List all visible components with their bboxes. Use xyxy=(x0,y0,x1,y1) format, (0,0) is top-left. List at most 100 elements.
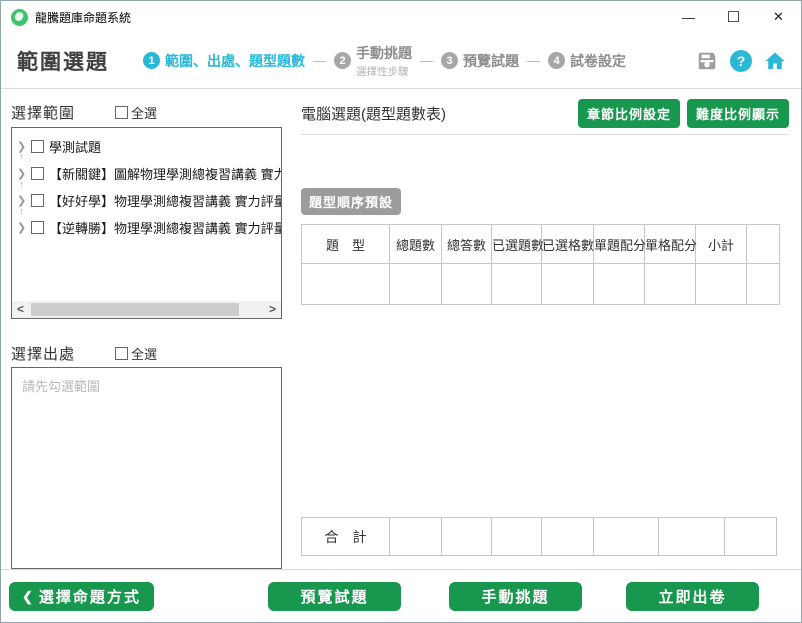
expand-chevron-icon[interactable]: ❯ xyxy=(17,167,29,180)
home-icon[interactable] xyxy=(763,49,787,73)
total-row: 合 計 xyxy=(302,518,777,556)
tree-item-label: 【好好學】物理學測總複習講義 實力評量 xyxy=(49,191,281,210)
col-selected-cells: 已選格數 xyxy=(542,225,594,264)
difficulty-ratio-button[interactable]: 難度比例顯示 xyxy=(687,99,789,128)
expand-chevron-icon[interactable]: ❯ xyxy=(17,221,29,234)
tree-item-comeback-win[interactable]: ❯ 【逆轉勝】物理學測總複習講義 實力評量 xyxy=(12,214,281,241)
preview-questions-button[interactable]: 預覽試題 xyxy=(268,582,401,611)
col-total-questions: 總題數 xyxy=(390,225,442,264)
horizontal-scrollbar[interactable]: < > xyxy=(12,301,281,318)
title-bar: 龍騰題庫命題系統 — ☐ ✕ xyxy=(1,1,801,33)
back-chevron-icon: ❮ xyxy=(22,589,33,605)
expand-chevron-icon[interactable]: ❯ xyxy=(17,194,29,207)
table-header-row: 題 型 總題數 總答數 已選題數 已選格數 單題配分 單格配分 小計 xyxy=(302,225,780,264)
step-3-preview[interactable]: 3 預覽試題 xyxy=(441,51,519,71)
tree-item-checkbox[interactable] xyxy=(31,221,44,234)
step-2-label: 手動挑題選擇性步驟 xyxy=(356,43,412,79)
scroll-right-icon[interactable]: > xyxy=(264,301,281,318)
step-separator: — xyxy=(420,53,433,68)
minimize-button[interactable]: — xyxy=(666,1,711,33)
step-2-title: 手動挑題 xyxy=(356,45,412,61)
maximize-button[interactable]: ☐ xyxy=(711,1,756,33)
cell xyxy=(390,264,442,305)
scroll-left-icon[interactable]: < xyxy=(12,301,29,318)
total-cell xyxy=(594,518,659,556)
cell xyxy=(645,264,696,305)
range-select-all-checkbox[interactable] xyxy=(115,106,128,119)
back-button-label: 選擇命題方式 xyxy=(39,586,141,607)
computer-selection-panel: 電腦選題(題型題數表) 章節比例設定 難度比例顯示 題型順序預設 題 型 總題數… xyxy=(301,89,789,569)
total-cell xyxy=(492,518,542,556)
range-select-all-label: 全選 xyxy=(131,103,157,122)
question-type-table: 題 型 總題數 總答數 已選題數 已選格數 單題配分 單格配分 小計 xyxy=(301,224,780,305)
cell xyxy=(747,264,780,305)
total-cell xyxy=(390,518,442,556)
cell xyxy=(542,264,594,305)
cell xyxy=(302,264,390,305)
col-selected-questions: 已選題數 xyxy=(492,225,542,264)
step-2-number: 2 xyxy=(334,52,351,69)
col-question-type: 題 型 xyxy=(302,225,390,264)
step-4-paper-settings[interactable]: 4 試卷設定 xyxy=(548,51,626,71)
cell xyxy=(594,264,645,305)
step-3-number: 3 xyxy=(441,52,458,69)
app-title: 龍騰題庫命題系統 xyxy=(35,9,131,26)
step-3-label: 預覽試題 xyxy=(463,51,519,71)
col-total-answers: 總答數 xyxy=(442,225,492,264)
range-tree: ❯ 學測試題 ❯ 【新關鍵】圖解物理學測總複習講義 實力評量 ❯ 【好好學】物理… xyxy=(11,127,282,319)
cell xyxy=(492,264,542,305)
close-button[interactable]: ✕ xyxy=(756,1,801,33)
window-controls: — ☐ ✕ xyxy=(666,1,801,33)
tree-item-label: 學測試題 xyxy=(49,137,101,156)
total-row-table: 合 計 xyxy=(301,517,777,556)
app-window: 龍騰題庫命題系統 — ☐ ✕ 範圍選題 1 範圍、出處、題型題數 — 2 手動挑… xyxy=(0,0,802,623)
step-1-number: 1 xyxy=(143,52,160,69)
expand-chevron-icon[interactable]: ❯ xyxy=(17,140,29,153)
scrollbar-track[interactable] xyxy=(29,301,264,318)
cell xyxy=(696,264,747,305)
source-section-title: 選擇出處 xyxy=(11,343,75,364)
page-title: 範圍選題 xyxy=(17,46,109,76)
save-icon[interactable] xyxy=(695,49,719,73)
wizard-steps: 1 範圍、出處、題型題數 — 2 手動挑題選擇性步驟 — 3 預覽試題 — 4 … xyxy=(143,43,626,79)
total-cell xyxy=(442,518,492,556)
tree-item-new-key[interactable]: ❯ 【新關鍵】圖解物理學測總複習講義 實力評量 xyxy=(12,160,281,187)
col-subtotal: 小計 xyxy=(696,225,747,264)
table-row xyxy=(302,264,780,305)
tree-item-exam-questions[interactable]: ❯ 學測試題 xyxy=(12,133,281,160)
source-select-all[interactable]: 全選 xyxy=(115,344,157,363)
help-icon[interactable]: ? xyxy=(730,50,752,72)
tree-item-study-well[interactable]: ❯ 【好好學】物理學測總複習講義 實力評量 xyxy=(12,187,281,214)
range-section-title: 選擇範圍 xyxy=(11,102,75,123)
scrollbar-thumb[interactable] xyxy=(31,303,239,316)
range-select-all[interactable]: 全選 xyxy=(115,103,157,122)
source-list[interactable]: 請先勾選範圍 xyxy=(11,367,282,569)
step-4-number: 4 xyxy=(548,52,565,69)
range-section-header: 選擇範圍 全選 xyxy=(11,102,282,124)
tree-item-checkbox[interactable] xyxy=(31,167,44,180)
panel-header: 電腦選題(題型題數表) 章節比例設定 難度比例顯示 xyxy=(301,99,789,127)
total-cell xyxy=(659,518,725,556)
total-cell xyxy=(542,518,594,556)
step-4-label: 試卷設定 xyxy=(570,51,626,71)
tree-item-checkbox[interactable] xyxy=(31,140,44,153)
tree-item-checkbox[interactable] xyxy=(31,194,44,207)
step-2-manual-pick[interactable]: 2 手動挑題選擇性步驟 xyxy=(334,43,412,79)
main-content: 選擇範圍 全選 ❯ 學測試題 ❯ 【新關鍵】圖解物理學測總複習 xyxy=(1,89,801,569)
page-header: 範圍選題 1 範圍、出處、題型題數 — 2 手動挑題選擇性步驟 — 3 預覽試題… xyxy=(1,33,801,89)
choose-exam-method-button[interactable]: ❮ 選擇命題方式 xyxy=(9,582,154,611)
cell xyxy=(442,264,492,305)
app-logo-icon xyxy=(11,9,28,26)
total-label-cell: 合 計 xyxy=(302,518,390,556)
source-placeholder: 請先勾選範圍 xyxy=(22,376,271,395)
question-order-preset-button[interactable]: 題型順序預設 xyxy=(301,188,401,215)
manual-pick-button[interactable]: 手動挑題 xyxy=(449,582,582,611)
panel-title: 電腦選題(題型題數表) xyxy=(301,103,446,124)
chapter-ratio-button[interactable]: 章節比例設定 xyxy=(578,99,680,128)
step-2-subtitle: 選擇性步驟 xyxy=(356,64,412,79)
source-select-all-checkbox[interactable] xyxy=(115,347,128,360)
step-1-range[interactable]: 1 範圍、出處、題型題數 xyxy=(143,51,305,71)
source-section-header: 選擇出處 全選 xyxy=(11,343,282,365)
generate-paper-button[interactable]: 立即出卷 xyxy=(626,582,759,611)
left-panel: 選擇範圍 全選 ❯ 學測試題 ❯ 【新關鍵】圖解物理學測總複習 xyxy=(11,89,282,569)
